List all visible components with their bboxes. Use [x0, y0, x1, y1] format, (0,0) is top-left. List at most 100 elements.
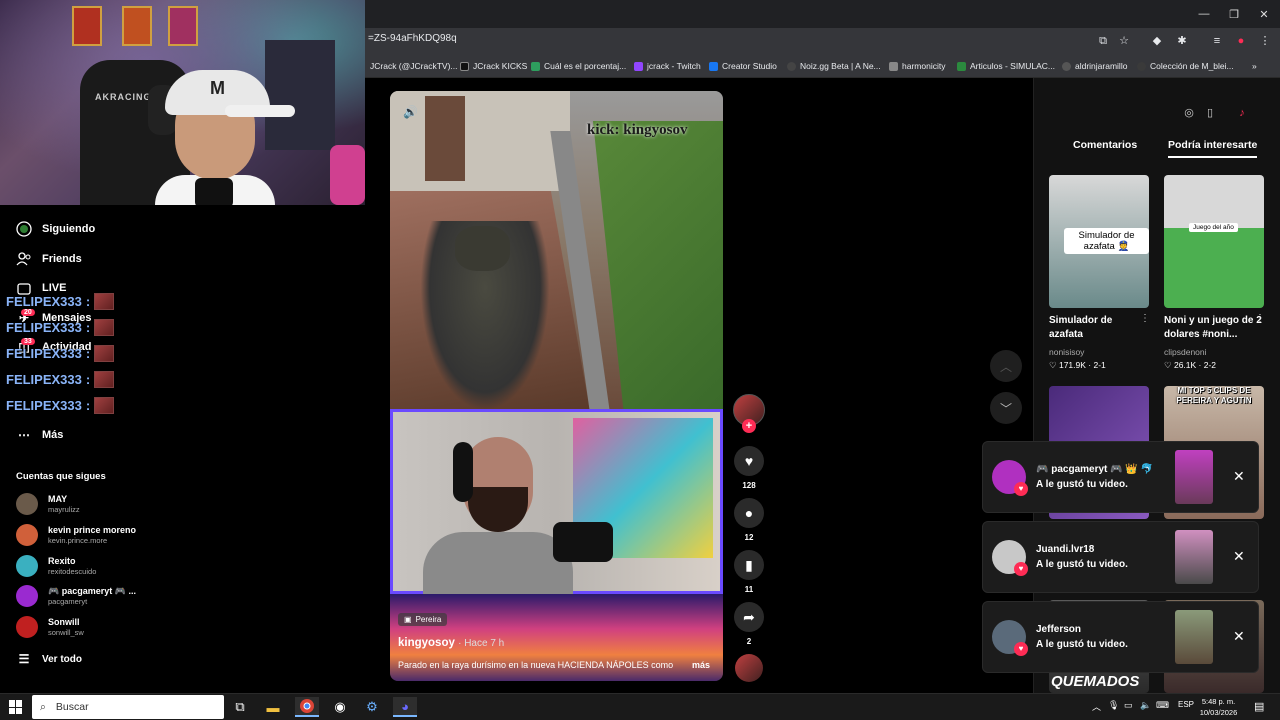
bookmark-item[interactable]: jcrack - Twitch — [634, 61, 701, 71]
tab-comentarios[interactable]: Comentarios — [1073, 139, 1137, 151]
tiktok-icon[interactable]: ♪ — [1233, 104, 1251, 122]
followed-account[interactable]: kevin prince moreno kevin.prince.more — [16, 524, 136, 546]
close-icon[interactable]: ✕ — [1233, 548, 1245, 565]
video-author[interactable]: kingyosoy · Hace 7 h — [398, 637, 504, 649]
notification-thumbnail[interactable] — [1175, 530, 1213, 584]
bookmark-item[interactable]: JCrack (@JCrackTV)... — [370, 61, 458, 71]
bookmarks-overflow-icon[interactable]: » — [1252, 61, 1257, 71]
video-user[interactable]: nonisisoy — [1049, 347, 1084, 357]
emote-icon — [94, 397, 115, 414]
heart-icon: ♥ — [1014, 642, 1028, 656]
video-player[interactable]: kick: kingyosov 🔊 ▣ Pereira kingyosoy · H… — [390, 91, 723, 681]
next-video-button[interactable]: ﹀ — [990, 392, 1022, 424]
video-title[interactable]: Noni y un juego de 2 dolares #noni... — [1164, 314, 1264, 342]
follow-plus-icon[interactable]: + — [742, 419, 756, 433]
video-title[interactable]: Simulador de azafata — [1049, 314, 1149, 342]
notification-toast[interactable]: ♥ Juandi.lvr18 A le gustó tu video. ✕ — [982, 521, 1259, 593]
avatar — [16, 616, 38, 638]
url-text[interactable]: =ZS-94aFhKDQ98q — [368, 33, 457, 44]
extensions-puzzle-icon[interactable]: ✱ — [1175, 34, 1189, 48]
more-options-icon[interactable]: ⋮ — [1140, 313, 1150, 324]
cap-logo: M — [210, 78, 225, 98]
chrome-icon[interactable] — [295, 697, 319, 717]
extension-diamond-icon[interactable]: ◆ — [1150, 34, 1164, 48]
recommended-thumbnail[interactable]: Simulador de azafata 👮 — [1049, 175, 1149, 308]
see-all-link[interactable]: ☰ Ver todo — [16, 651, 82, 667]
task-view-icon[interactable]: ⧉ — [228, 697, 252, 717]
tray-overflow-icon[interactable]: ︿ — [1092, 700, 1101, 713]
close-window-icon[interactable]: ✕ — [1248, 0, 1280, 28]
bookmark-item[interactable]: Creator Studio — [709, 61, 777, 71]
bookmark-item[interactable]: Noiz.gg Beta | A Ne... — [787, 61, 881, 71]
comment-button[interactable]: ● 12 — [733, 498, 765, 542]
chat-message: FELIPEX333: — [6, 293, 115, 310]
avatar — [16, 555, 38, 577]
install-app-icon[interactable]: ⧉ — [1096, 34, 1110, 48]
volume-icon[interactable]: 🔊 — [403, 105, 418, 119]
emote-icon — [94, 371, 115, 388]
taskbar-search[interactable]: ⌕ Buscar — [32, 695, 224, 719]
save-button[interactable]: ▮ 11 — [733, 550, 765, 594]
bookmark-item[interactable]: Cuál es el porcentaj... — [531, 61, 626, 71]
notification-center-icon[interactable]: ▤ — [1254, 700, 1264, 713]
obs-icon[interactable]: ◉ — [328, 697, 352, 717]
minimize-icon[interactable]: — — [1188, 0, 1220, 28]
more-link[interactable]: más — [692, 660, 710, 670]
avatar — [16, 524, 38, 546]
like-button[interactable]: ♥ 128 — [733, 446, 765, 490]
bookmark-star-icon[interactable]: ☆ — [1117, 34, 1131, 48]
network-icon[interactable]: ▭ — [1124, 700, 1133, 711]
music-disc-icon[interactable] — [735, 654, 763, 682]
microphone-icon[interactable]: 🎙 — [1108, 700, 1119, 711]
windows-start-icon[interactable] — [9, 700, 23, 714]
share-button[interactable]: ➦ 2 — [733, 602, 765, 646]
bookmark-item[interactable]: JCrack KICKS — [460, 61, 527, 71]
video-user[interactable]: clipsdenoni — [1164, 347, 1207, 357]
followed-account[interactable]: MAY mayrulizz — [16, 493, 80, 515]
compass-icon[interactable]: ◎ — [1180, 104, 1198, 122]
streamer: M — [155, 60, 295, 205]
recommended-thumbnail[interactable]: Juego del año — [1164, 175, 1264, 308]
bookmark-item[interactable]: Articulos - SIMULAC... — [957, 61, 1055, 71]
language-indicator[interactable]: ESP — [1178, 700, 1194, 709]
notification-thumbnail[interactable] — [1175, 450, 1213, 504]
bookmark-item[interactable]: harmonicity — [889, 61, 945, 71]
notification-toast[interactable]: ♥ Jefferson A le gustó tu video. ✕ — [982, 601, 1259, 673]
notification-thumbnail[interactable] — [1175, 610, 1213, 664]
restore-icon[interactable]: ❐ — [1218, 0, 1250, 28]
location-tag[interactable]: ▣ Pereira — [398, 613, 448, 626]
more-options-icon[interactable]: ⋮ — [1255, 313, 1265, 324]
followed-account[interactable]: Sonwill sonwill_sw — [16, 616, 84, 638]
file-explorer-icon[interactable]: ▬ — [261, 697, 285, 717]
messages-badge: 20 — [21, 309, 35, 316]
close-icon[interactable]: ✕ — [1233, 468, 1245, 485]
steam-icon[interactable]: ⚙ — [360, 697, 384, 717]
tab-podria-interesarte[interactable]: Podría interesarte — [1168, 139, 1258, 158]
phone-icon[interactable]: ▯ — [1201, 104, 1219, 122]
media-controls-icon[interactable]: ≡ — [1210, 34, 1224, 48]
chat-message: FELIPEX333: — [6, 397, 115, 414]
bookmark-item[interactable]: aldrinjaramillo — [1062, 61, 1127, 71]
close-icon[interactable]: ✕ — [1233, 628, 1245, 645]
sidebar-item-friends[interactable]: Friends — [16, 251, 82, 267]
keyboard-icon[interactable]: ⌨ — [1156, 700, 1169, 711]
address-bar[interactable] — [365, 28, 1280, 56]
bookmark-icon: ▮ — [734, 550, 764, 580]
followed-account[interactable]: Rexito rexitodescuido — [16, 555, 96, 577]
game-footage — [390, 91, 723, 411]
volume-tray-icon[interactable]: 🔈 — [1140, 700, 1151, 711]
profile-icon[interactable]: ● — [1234, 34, 1248, 48]
notification-toast[interactable]: ♥ 🎮 pacgameryt 🎮 👑 🐬 A le gustó tu video… — [982, 441, 1259, 513]
share-icon: ➦ — [734, 602, 764, 632]
chrome-menu-icon[interactable]: ⋮ — [1258, 34, 1272, 48]
comment-icon: ● — [734, 498, 764, 528]
system-clock[interactable]: 5:48 p. m. 10/03/2026 — [1196, 696, 1241, 718]
sidebar-item-mas[interactable]: ⋯ Más — [16, 427, 63, 443]
bookmark-item[interactable]: Colección de M_blei... — [1137, 61, 1234, 71]
discord-icon[interactable]: ◕ — [393, 697, 417, 717]
previous-video-button[interactable]: ︿ — [990, 350, 1022, 382]
avatar — [16, 585, 38, 607]
chat-message: FELIPEX333: — [6, 371, 115, 388]
followed-account[interactable]: 🎮 pacgameryt 🎮 ... pacgameryt — [16, 585, 136, 607]
sidebar-item-siguiendo[interactable]: Siguiendo — [16, 221, 95, 237]
